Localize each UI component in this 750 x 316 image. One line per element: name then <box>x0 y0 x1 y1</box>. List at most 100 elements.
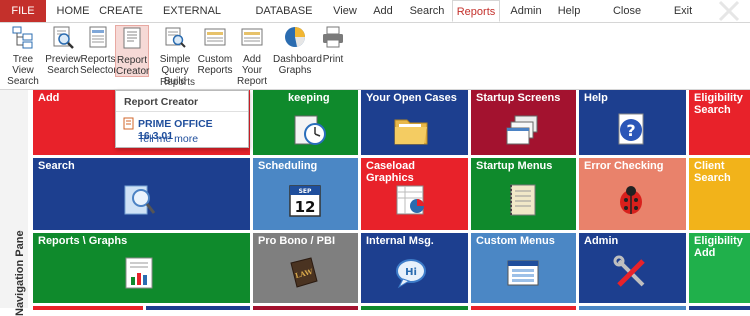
close-icon[interactable] <box>716 0 742 24</box>
tile-label: Your Open Cases <box>366 92 457 104</box>
tile-pro-bono-pbi[interactable]: Pro Bono / PBI LAW <box>253 233 358 303</box>
ribbon-label: Print <box>322 54 344 65</box>
tab-close-preview[interactable]: Close Preview <box>596 0 658 39</box>
ribbon-label: Creator <box>116 66 150 77</box>
preview-search-button[interactable]: Preview Search <box>45 25 81 76</box>
document-icon <box>123 117 134 130</box>
tile-label: Internal Msg. <box>366 235 434 247</box>
tile-internal-msg[interactable]: Internal Msg. Hi <box>361 233 468 303</box>
tile-client-search[interactable]: Client Search <box>689 158 750 230</box>
clock-icon <box>294 115 326 145</box>
add-report-icon <box>241 28 263 46</box>
navigation-pane-label: Navigation Pane <box>14 230 26 316</box>
reports-selector-button[interactable]: Reports Selector <box>80 25 117 76</box>
law-book-icon: LAW <box>290 257 318 288</box>
tooltip-divider <box>116 111 248 112</box>
windows-stack-icon <box>506 115 538 145</box>
tile-label: Caseload Graphics <box>366 160 415 184</box>
tile-startup-menus[interactable]: Startup Menus <box>471 158 576 230</box>
ribbon-label: Dashboard <box>273 54 322 65</box>
tile-row-partial <box>33 306 143 310</box>
tile-eligibility-search[interactable]: Eligibility Search <box>689 90 750 155</box>
add-your-report-button[interactable]: Add Your Report <box>233 25 271 87</box>
ribbon-label: Search <box>7 76 39 87</box>
ribbon-label: Reports <box>197 65 233 76</box>
tile-label: Startup Menus <box>476 160 553 172</box>
tab-add[interactable]: Add <box>368 0 398 22</box>
ladybug-icon <box>620 186 642 214</box>
ribbon-group-label: Reports <box>160 77 196 88</box>
tile-label: Startup Screens <box>476 92 561 104</box>
window-list-icon <box>507 260 539 286</box>
tab-database-tools[interactable]: DATABASE TOOLS <box>240 0 328 39</box>
tab-admin[interactable]: Admin <box>506 0 546 22</box>
dashboard-graphs-button[interactable]: Dashboard Graphs <box>273 25 322 76</box>
tile-row-partial <box>253 306 358 310</box>
ribbon-label: Tree View <box>12 54 34 76</box>
menu-bar: FILE HOME CREATE EXTERNAL DATA DATABASE … <box>0 0 750 39</box>
tile-label: Scheduling <box>258 160 318 172</box>
print-button[interactable]: Print <box>318 25 348 65</box>
notebook-icon <box>510 184 536 216</box>
folder-icon <box>394 119 428 145</box>
chat-bubble-icon: Hi <box>396 259 426 289</box>
tile-row-partial <box>146 306 250 310</box>
tab-view[interactable]: View <box>330 0 360 22</box>
tile-row-partial <box>471 306 576 310</box>
tile-scheduling[interactable]: Scheduling SEP 12 <box>253 158 358 230</box>
ribbon-label: Report <box>236 76 267 87</box>
tree-view-search-button[interactable]: Tree View Search <box>4 25 42 87</box>
tile-label: Eligibility Search <box>694 92 743 116</box>
tile-label: Pro Bono / PBI <box>258 235 335 247</box>
navigation-pane[interactable]: Navigation Pane <box>0 90 29 316</box>
tile-help[interactable]: Help ? <box>579 90 686 155</box>
ribbon-label: Simple <box>159 54 191 65</box>
tile-error-checking[interactable]: Error Checking <box>579 158 686 230</box>
tab-reports[interactable]: Reports <box>452 0 500 22</box>
tab-create[interactable]: CREATE <box>98 0 144 22</box>
tile-label: Eligibility Add <box>694 235 743 259</box>
ribbon-label: Add Your <box>241 54 263 76</box>
custom-reports-icon <box>204 28 226 46</box>
tab-external-data[interactable]: EXTERNAL DATA <box>152 0 232 39</box>
tab-search[interactable]: Search <box>408 0 446 22</box>
report-creator-button[interactable]: Report Creator <box>115 25 149 77</box>
ribbon-label: Search <box>47 65 79 76</box>
calendar-day: 12 <box>295 198 316 216</box>
tile-search[interactable]: Search <box>33 158 250 230</box>
ribbon-label: Graphs <box>278 65 312 76</box>
ribbon-label: Preview <box>45 54 81 65</box>
tile-label: Help <box>584 92 608 104</box>
ribbon-label: Custom <box>197 54 233 65</box>
tile-row-partial <box>361 306 468 310</box>
custom-reports-button[interactable]: Custom Reports <box>197 25 233 76</box>
report-creator-icon <box>123 27 141 49</box>
tile-label: Search <box>38 160 75 172</box>
ribbon-label: Selector <box>80 65 117 76</box>
tile-label: Error Checking <box>584 160 664 172</box>
tile-eligibility-add[interactable]: Eligibility Add <box>689 233 750 303</box>
tooltip-title: Report Creator <box>124 96 199 108</box>
tile-row-partial <box>689 306 750 310</box>
tab-home[interactable]: HOME <box>52 0 94 22</box>
tile-label: keeping <box>288 92 330 104</box>
tile-reports-graphs[interactable]: Reports \ Graphs <box>33 233 250 303</box>
tile-caseload-graphics[interactable]: Caseload Graphics <box>361 158 468 230</box>
search-icon <box>124 185 156 215</box>
tile-startup-screens[interactable]: Startup Screens <box>471 90 576 155</box>
tell-me-more-link[interactable]: Tell me more <box>138 133 198 145</box>
tile-your-open-cases[interactable]: Your Open Cases <box>361 90 468 155</box>
calendar-month: SEP <box>299 188 312 195</box>
tab-exit[interactable]: Exit <box>672 0 694 22</box>
tile-custom-menus[interactable]: Custom Menus <box>471 233 576 303</box>
help-icon: ? <box>618 113 644 145</box>
file-tab[interactable]: FILE <box>0 0 46 22</box>
tile-label: Reports \ Graphs <box>38 235 128 247</box>
tile-row-partial <box>579 306 686 310</box>
tab-help[interactable]: Help <box>554 0 584 22</box>
tile-label: Admin <box>584 235 619 247</box>
ribbon-label: Reports <box>80 54 116 65</box>
tile-admin[interactable]: Admin <box>579 233 686 303</box>
tile-bookkeeping[interactable]: keeping <box>253 90 358 155</box>
tile-label: Custom Menus <box>476 235 555 247</box>
